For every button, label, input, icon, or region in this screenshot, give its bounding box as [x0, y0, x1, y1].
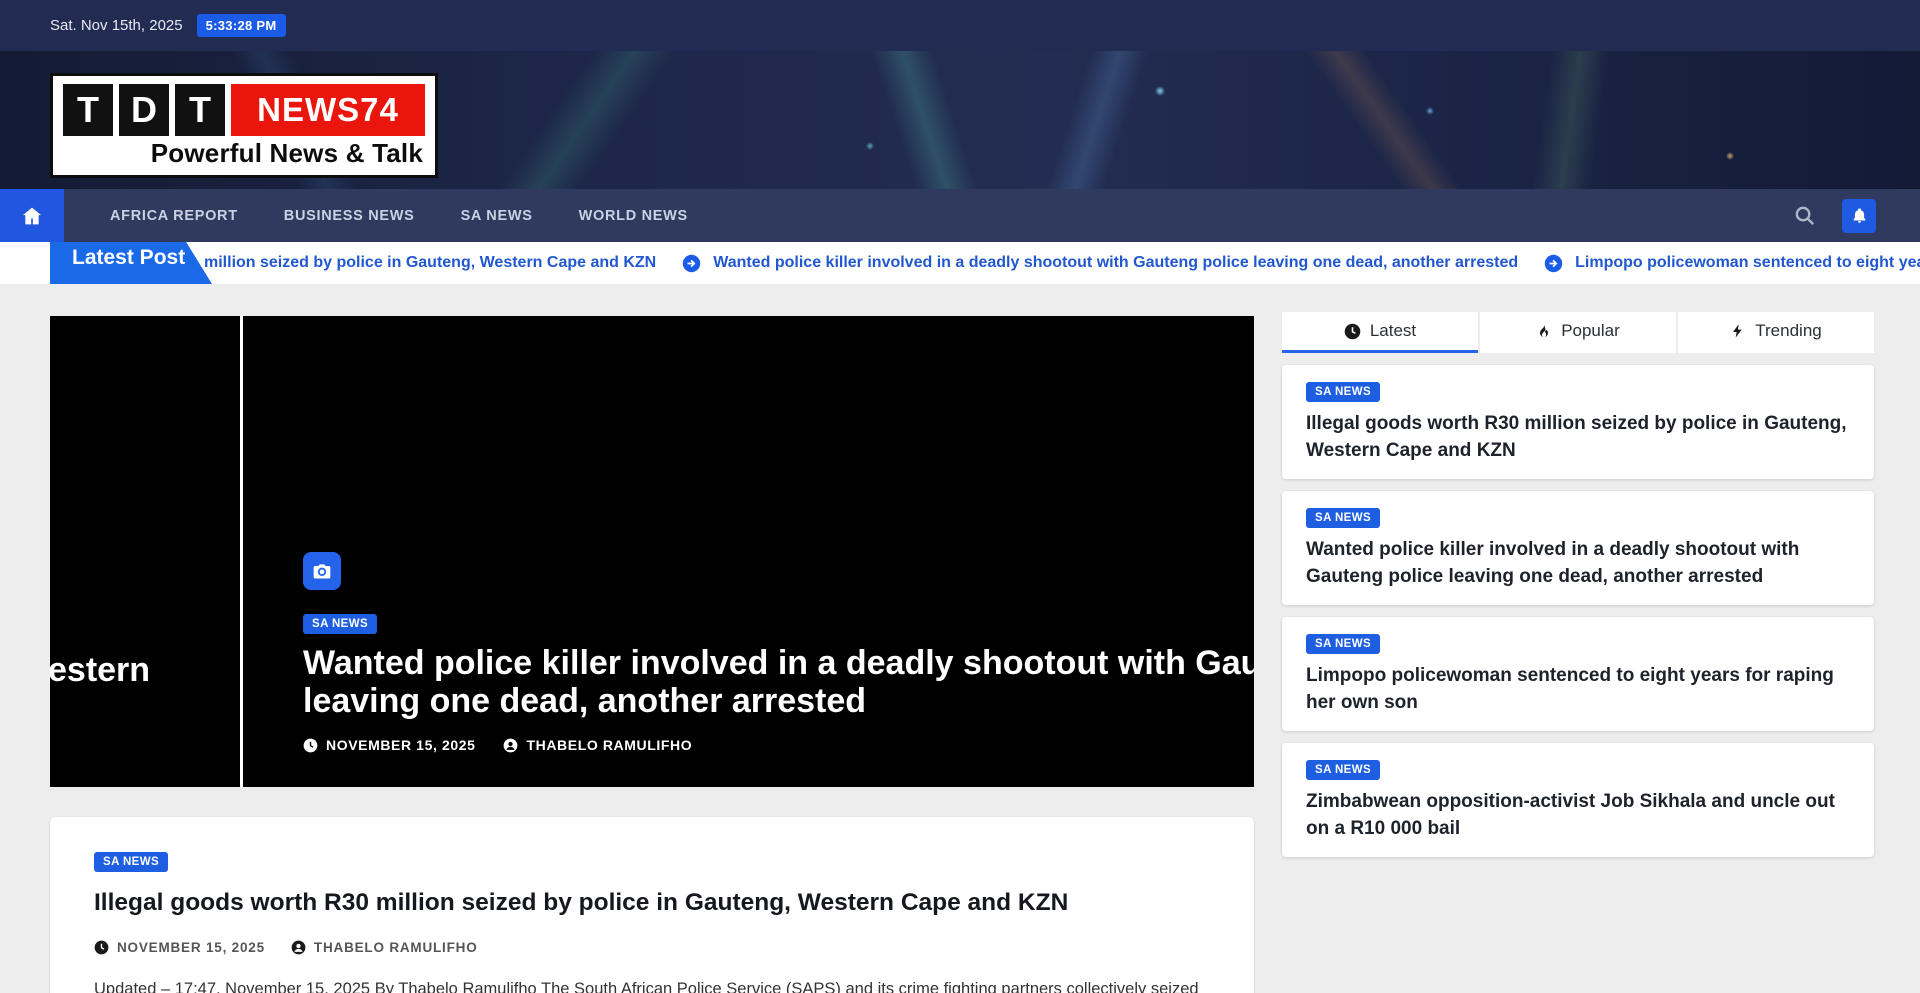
logo-brand-name: NEWS74 — [231, 84, 425, 136]
home-button[interactable] — [0, 189, 64, 242]
nav-item-sa-news[interactable]: SA NEWS — [461, 189, 533, 242]
top-bar: Sat. Nov 15th, 2025 5:33:28 PM — [0, 0, 1920, 51]
ticker-bar: Latest Post million seized by police in … — [0, 242, 1920, 284]
main-nav: AFRICA REPORT BUSINESS NEWS SA NEWS WORL… — [0, 189, 1920, 242]
tab-label: Trending — [1755, 321, 1821, 341]
sidebar-post-title[interactable]: Illegal goods worth R30 million seized b… — [1306, 411, 1850, 465]
post-date[interactable]: NOVEMBER 15, 2025 — [94, 940, 265, 955]
post-date[interactable]: NOVEMBER 15, 2025 — [303, 737, 475, 753]
post-author[interactable]: THABELO RAMULIFHO — [291, 940, 478, 955]
ticker-headline[interactable]: Limpopo policewoman sentenced to eight y… — [1544, 254, 1920, 273]
article-excerpt: Updated – 17:47, November 15, 2025 By Th… — [94, 974, 1210, 993]
clock-icon — [94, 940, 109, 955]
sidebar-post-title[interactable]: Zimbabwean opposition-activist Job Sikha… — [1306, 789, 1850, 843]
current-time-badge: 5:33:28 PM — [197, 14, 286, 37]
hero-carousel: estern SA NEWS Wanted police killer invo… — [50, 316, 1254, 787]
post-author-text: THABELO RAMULIFHO — [314, 940, 478, 955]
sidebar-post-card: SA NEWS Limpopo policewoman sentenced to… — [1282, 617, 1874, 731]
post-date-text: NOVEMBER 15, 2025 — [326, 737, 475, 753]
camera-icon — [303, 552, 341, 590]
tab-label: Latest — [1370, 321, 1416, 341]
tab-label: Popular — [1561, 321, 1620, 341]
logo-letter: D — [119, 84, 169, 136]
ticker-headline[interactable]: Wanted police killer involved in a deadl… — [682, 254, 1518, 273]
previous-slide-title-fragment: estern — [50, 651, 150, 690]
logo-tagline: Powerful News & Talk — [63, 138, 425, 169]
search-icon[interactable] — [1793, 204, 1816, 227]
slide-headline-line: Wanted police killer involved in a deadl… — [303, 644, 1254, 683]
sidebar-post-card: SA NEWS Wanted police killer involved in… — [1282, 491, 1874, 605]
sidebar: Latest Popular Trending SA NEWS Illegal … — [1282, 312, 1874, 857]
bell-icon — [1851, 207, 1868, 224]
article-title[interactable]: Illegal goods worth R30 million seized b… — [94, 889, 1210, 917]
ticker-label: Latest Post — [50, 242, 212, 284]
sidebar-post-title[interactable]: Limpopo policewoman sentenced to eight y… — [1306, 663, 1850, 717]
arrow-circle-icon — [1544, 254, 1563, 273]
carousel-previous-slide[interactable]: estern — [50, 316, 240, 787]
user-icon — [291, 940, 306, 955]
slide-headline[interactable]: Wanted police killer involved in a deadl… — [303, 644, 1254, 722]
category-badge[interactable]: SA NEWS — [1306, 382, 1380, 402]
category-badge[interactable]: SA NEWS — [1306, 760, 1380, 780]
tab-latest[interactable]: Latest — [1282, 312, 1478, 353]
carousel-current-slide[interactable]: SA NEWS Wanted police killer involved in… — [243, 316, 1254, 787]
user-icon — [503, 738, 518, 753]
category-badge[interactable]: SA NEWS — [1306, 634, 1380, 654]
nav-right-tools — [1793, 189, 1920, 242]
slide-content: SA NEWS Wanted police killer involved in… — [303, 552, 1254, 754]
logo-letter: T — [175, 84, 225, 136]
notification-bell-button[interactable] — [1842, 199, 1876, 233]
ticker-headline-text: Limpopo policewoman sentenced to eight y… — [1575, 254, 1920, 272]
slide-headline-line: leaving one dead, another arrested — [303, 682, 1254, 721]
sidebar-post-card: SA NEWS Illegal goods worth R30 million … — [1282, 365, 1874, 479]
post-date-text: NOVEMBER 15, 2025 — [117, 940, 265, 955]
article-card: SA NEWS Illegal goods worth R30 million … — [50, 817, 1254, 993]
logo-letter-row: T D T NEWS74 — [63, 84, 425, 136]
slide-meta: NOVEMBER 15, 2025 THABELO RAMULIFHO — [303, 737, 1254, 753]
current-date: Sat. Nov 15th, 2025 — [50, 17, 183, 34]
nav-item-africa-report[interactable]: AFRICA REPORT — [110, 189, 238, 242]
ticker-items: million seized by police in Gauteng, Wes… — [216, 254, 1920, 273]
sidebar-tabs: Latest Popular Trending — [1282, 312, 1874, 353]
nav-item-world-news[interactable]: WORLD NEWS — [579, 189, 688, 242]
post-author[interactable]: THABELO RAMULIFHO — [503, 737, 692, 753]
clock-icon — [1344, 323, 1361, 340]
ticker-headline-text: Wanted police killer involved in a deadl… — [713, 254, 1518, 272]
fire-icon — [1536, 323, 1552, 339]
category-badge[interactable]: SA NEWS — [303, 614, 377, 634]
category-badge[interactable]: SA NEWS — [94, 852, 168, 872]
site-logo[interactable]: T D T NEWS74 Powerful News & Talk — [50, 73, 438, 178]
tab-trending[interactable]: Trending — [1678, 312, 1874, 353]
nav-item-business-news[interactable]: BUSINESS NEWS — [284, 189, 415, 242]
logo-letter: T — [63, 84, 113, 136]
ticker-headline[interactable]: million seized by police in Gauteng, Wes… — [204, 254, 656, 272]
post-author-text: THABELO RAMULIFHO — [526, 737, 692, 753]
home-icon — [22, 206, 42, 226]
header-banner: T D T NEWS74 Powerful News & Talk — [0, 51, 1920, 189]
bolt-icon — [1730, 323, 1746, 339]
tab-popular[interactable]: Popular — [1480, 312, 1676, 353]
sidebar-post-card: SA NEWS Zimbabwean opposition-activist J… — [1282, 743, 1874, 857]
category-badge[interactable]: SA NEWS — [1306, 508, 1380, 528]
article-meta: NOVEMBER 15, 2025 THABELO RAMULIFHO — [94, 940, 1210, 955]
arrow-circle-icon — [682, 254, 701, 273]
clock-icon — [303, 738, 318, 753]
sidebar-post-title[interactable]: Wanted police killer involved in a deadl… — [1306, 537, 1850, 591]
